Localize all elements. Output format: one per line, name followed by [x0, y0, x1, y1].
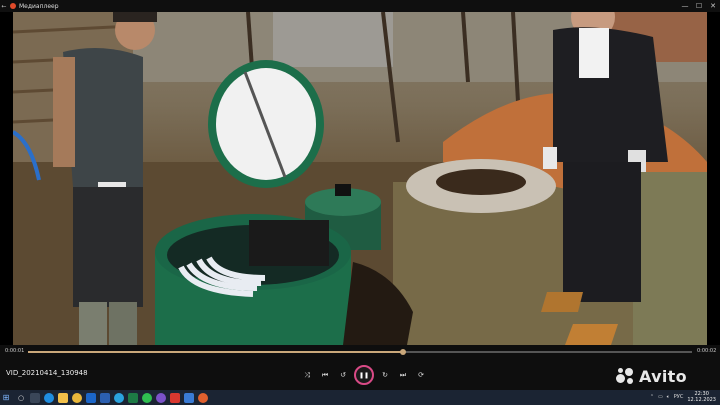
media-player-app-icon	[10, 3, 16, 9]
time-elapsed: 0:00:01	[5, 348, 25, 354]
whatsapp-icon[interactable]	[142, 392, 152, 403]
maximize-button[interactable]: ☐	[692, 2, 706, 10]
chevron-up-icon[interactable]: ⌃	[650, 394, 654, 400]
previous-icon[interactable]: ⏮	[318, 368, 332, 382]
avito-watermark: Avito	[616, 367, 687, 386]
outlook-icon[interactable]	[86, 392, 96, 403]
playback-buttons: ⤨ ⏮ ↺ ❚❚ ↻ ⏭ ⟳	[300, 365, 428, 385]
excel-icon[interactable]	[128, 392, 138, 403]
telegram-icon[interactable]	[114, 392, 124, 403]
transport-controls: 0:00:01 0:00:02 VID_20210414_130948 ⤨ ⏮ …	[0, 345, 720, 390]
seek-bar-fill	[28, 351, 404, 353]
chrome-icon[interactable]	[72, 392, 82, 403]
clock[interactable]: 22:30 12.12.2023	[687, 391, 716, 403]
video-frame	[13, 12, 707, 345]
next-icon[interactable]: ⏭	[396, 368, 410, 382]
avito-logo-icon	[616, 367, 636, 386]
files-icon[interactable]	[58, 392, 68, 403]
word-icon[interactable]	[100, 392, 110, 403]
title-bar: ← Медиаплеер — ☐ ✕	[0, 0, 720, 12]
back-arrow-icon[interactable]: ←	[0, 3, 8, 10]
media-player-icon[interactable]	[198, 392, 208, 403]
forward-30-icon[interactable]: ↻	[378, 368, 392, 382]
system-tray: ⌃ ▭ 🔈︎ РУС 22:30 12.12.2023	[650, 391, 716, 403]
video-frame-illustration	[13, 12, 707, 345]
shuffle-icon[interactable]: ⤨	[300, 368, 314, 382]
viber-icon[interactable]	[156, 392, 166, 403]
time-total: 0:00:02	[697, 348, 717, 354]
volume-icon[interactable]: 🔈︎	[667, 394, 670, 400]
network-icon[interactable]: ▭	[658, 394, 663, 400]
pause-icon[interactable]: ❚❚	[354, 365, 374, 385]
seek-bar[interactable]	[28, 349, 692, 355]
task-view-icon[interactable]	[30, 392, 40, 403]
clock-date: 12.12.2023	[687, 397, 716, 403]
windows-start-icon[interactable]: ⊞	[0, 390, 12, 405]
antivirus-icon[interactable]	[170, 392, 180, 403]
repeat-icon[interactable]: ⟳	[414, 368, 428, 382]
video-viewport[interactable]	[0, 12, 720, 345]
edge-icon[interactable]	[44, 392, 54, 403]
rewind-10-icon[interactable]: ↺	[336, 368, 350, 382]
seek-bar-handle[interactable]	[400, 349, 407, 355]
keyboard-language[interactable]: РУС	[674, 394, 684, 400]
search-icon[interactable]: ○	[16, 393, 26, 403]
letterbox-right	[707, 12, 720, 345]
taskbar: ⊞ ○ ⌃ ▭ 🔈︎ РУС 22:30 12.12.2023	[0, 390, 720, 405]
window-title: Медиаплеер	[19, 2, 59, 10]
file-name: VID_20210414_130948	[6, 369, 88, 377]
letterbox-left	[0, 12, 13, 345]
avito-watermark-text: Avito	[639, 367, 687, 386]
close-button[interactable]: ✕	[706, 2, 720, 10]
minimize-button[interactable]: —	[678, 2, 692, 10]
store-icon[interactable]	[184, 392, 194, 403]
